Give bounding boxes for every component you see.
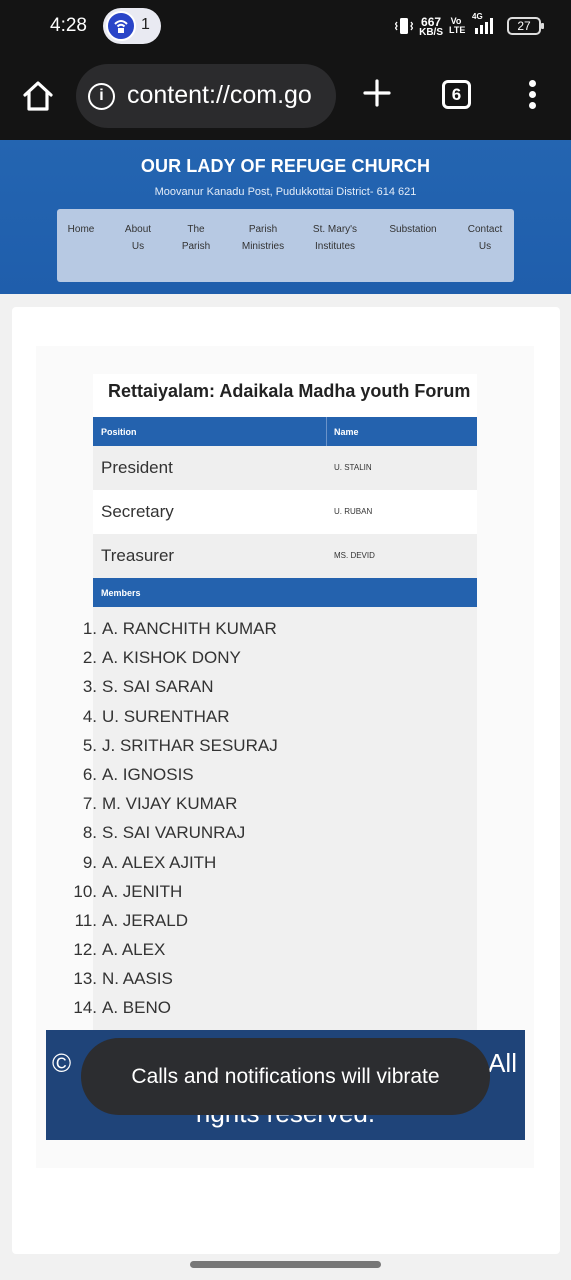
list-item: 12. A. ALEX bbox=[73, 940, 166, 960]
main-nav: Home About Us The Parish Parish Ministri… bbox=[57, 209, 514, 282]
list-item: 10. A. JENITH bbox=[73, 881, 183, 901]
list-item: 14. A. BENO bbox=[73, 998, 171, 1018]
officer-name: MS. DEVID bbox=[334, 551, 375, 560]
status-time: 4:28 bbox=[50, 15, 87, 36]
nav-st-marys-institutes[interactable]: St. Mary's Institutes bbox=[311, 221, 359, 255]
officers-table-header: Position Name bbox=[93, 417, 477, 446]
forum-title: Rettaiyalam: Adaikala Madha youth Forum bbox=[108, 381, 471, 401]
list-item: 4. U. SURENTHAR bbox=[82, 706, 230, 726]
list-item: 3. S. SAI SARAN bbox=[82, 677, 214, 697]
list-item: 6. A. IGNOSIS bbox=[82, 764, 194, 784]
column-position: Position bbox=[101, 427, 137, 437]
table-row: Treasurer MS. DEVID bbox=[93, 534, 477, 578]
list-item: 5. J. SRITHAR SESURAJ bbox=[82, 735, 278, 755]
officer-name: U. STALIN bbox=[334, 463, 372, 472]
nav-substation[interactable]: Substation bbox=[383, 221, 443, 238]
list-item: 8. S. SAI VARUNRAJ bbox=[82, 823, 246, 843]
gesture-bar[interactable] bbox=[190, 1261, 381, 1268]
vibrate-toast: Calls and notifications will vibrate bbox=[81, 1038, 490, 1115]
nav-home[interactable]: Home bbox=[63, 221, 99, 238]
network-type: 4G bbox=[472, 12, 483, 21]
list-item: 2. A. KISHOK DONY bbox=[82, 648, 241, 668]
site-title: OUR LADY OF REFUGE CHURCH bbox=[140, 156, 431, 176]
address-bar[interactable]: i content://com.go bbox=[76, 64, 336, 128]
home-icon[interactable] bbox=[20, 78, 56, 114]
nav-the-parish[interactable]: The Parish bbox=[177, 221, 215, 255]
hotspot-icon bbox=[106, 11, 136, 41]
net-speed-unit: KB/S bbox=[419, 26, 443, 38]
net-speed-value: 667 bbox=[421, 14, 442, 29]
list-item: 1. A. RANCHITH KUMAR bbox=[82, 619, 277, 638]
volte-indicator: Vo LTE bbox=[449, 16, 466, 35]
battery-level: 27 bbox=[517, 19, 531, 33]
members-list: 1. A. RANCHITH KUMAR 2. A. KISHOK DONY 3. S… bbox=[60, 614, 480, 1023]
hotspot-notification-pill[interactable]: 1 bbox=[103, 8, 161, 44]
nav-contact-us[interactable]: Contact Us bbox=[461, 221, 509, 255]
signal-icon: 4G bbox=[472, 12, 493, 34]
list-item: 11. A. JERALD bbox=[74, 910, 188, 930]
url-text[interactable]: content://com.go bbox=[127, 81, 312, 110]
members-header: Members bbox=[93, 578, 477, 607]
nav-about-us[interactable]: About Us bbox=[119, 221, 157, 255]
net-speed: 667 KB/S bbox=[419, 14, 443, 38]
tab-count: 6 bbox=[451, 85, 462, 104]
officer-name: U. RUBAN bbox=[334, 507, 373, 516]
new-tab-icon[interactable] bbox=[360, 76, 394, 110]
officer-position: Secretary bbox=[101, 502, 174, 521]
list-item: 13. N. AASIS bbox=[73, 969, 173, 989]
members-label: Members bbox=[101, 588, 141, 598]
status-bar: 4:28 1 667 KB/S Vo LTE 4G 27 bbox=[0, 0, 571, 52]
site-address: Moovanur Kanadu Post, Pudukkottai Distri… bbox=[154, 186, 417, 198]
tab-switcher-button[interactable]: 6 bbox=[442, 80, 471, 109]
nav-parish-ministries[interactable]: Parish Ministries bbox=[235, 221, 291, 255]
column-name: Name bbox=[334, 427, 359, 437]
list-item: 9. A. ALEX AJITH bbox=[82, 852, 217, 872]
officer-position: Treasurer bbox=[101, 546, 175, 565]
browser-toolbar: i content://com.go 6 bbox=[0, 52, 571, 140]
more-menu-icon[interactable] bbox=[526, 80, 538, 112]
vibrate-icon bbox=[394, 16, 414, 36]
info-icon[interactable]: i bbox=[88, 83, 115, 110]
footer-all-text: All bbox=[488, 1048, 517, 1078]
table-row: President U. STALIN bbox=[93, 446, 477, 490]
notification-count: 1 bbox=[141, 16, 150, 33]
battery-icon: 27 bbox=[507, 17, 544, 35]
copyright-symbol: © bbox=[52, 1048, 72, 1078]
site-header: OUR LADY OF REFUGE CHURCH Moovanur Kanad… bbox=[0, 140, 571, 294]
list-item: 7. M. VIJAY KUMAR bbox=[82, 794, 238, 814]
officer-position: President bbox=[101, 458, 173, 477]
table-row: Secretary U. RUBAN bbox=[93, 490, 477, 534]
